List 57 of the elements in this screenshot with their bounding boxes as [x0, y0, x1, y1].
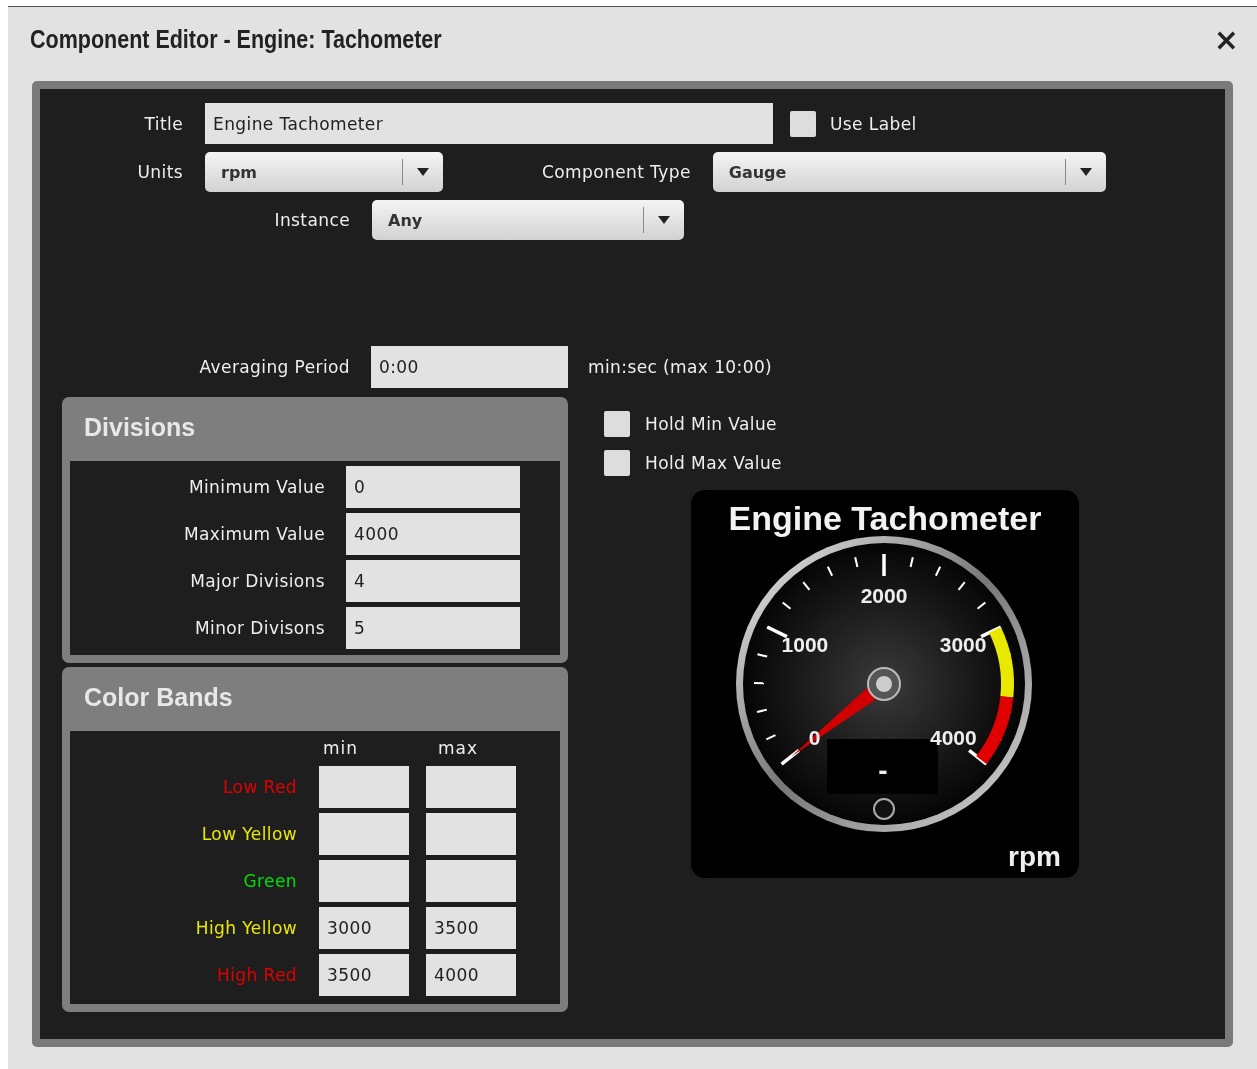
panel-title: Color Bands [83, 682, 234, 713]
gauge-units: rpm [1008, 841, 1061, 872]
field-hint: min:sec (max 10:00) [588, 357, 773, 377]
checkbox-label: Use Label [830, 113, 917, 134]
close-button[interactable]: × [1209, 21, 1243, 57]
field-label: Instance [273, 210, 350, 230]
units-dropdown[interactable]: rpm [205, 152, 443, 192]
caret-icon [417, 168, 429, 176]
scale-label: 2000 [860, 584, 908, 607]
scale-label: 1000 [781, 633, 829, 657]
field-label: Units [136, 162, 183, 182]
band-label: Low Red [222, 777, 297, 797]
checkbox[interactable] [604, 411, 630, 437]
field-label: Major Divisions [189, 571, 325, 591]
band-max-field[interactable] [426, 813, 516, 855]
field-label: Title [143, 113, 183, 134]
band-max-field[interactable] [426, 860, 516, 902]
band-min-field[interactable]: 3000 [319, 907, 409, 949]
number-field[interactable]: 4 [346, 560, 520, 602]
band-label: High Red [216, 965, 297, 985]
number-field[interactable]: 4000 [346, 513, 520, 555]
band-max-field[interactable]: 3500 [426, 907, 516, 949]
checkbox-label: Hold Min Value [645, 414, 777, 434]
field-label: Averaging Period [198, 357, 350, 377]
readout-value: - [878, 755, 888, 786]
band-label: High Yellow [194, 918, 297, 938]
band-max-field[interactable] [426, 766, 516, 808]
component-type-dropdown[interactable]: Gauge [712, 152, 1106, 192]
caret-icon [658, 216, 670, 224]
scale-label: 3000 [939, 633, 987, 657]
field-label: Component Type [542, 162, 691, 182]
number-field[interactable]: 0 [346, 466, 520, 508]
field-label: Maximum Value [182, 524, 325, 544]
averaging-period-field[interactable]: 0:00 [371, 346, 568, 388]
band-label: Low Yellow [200, 824, 297, 844]
band-min-field[interactable] [319, 860, 409, 902]
field-label: Minor Divisons [193, 618, 325, 638]
gauge-title: Engine Tachometer [728, 499, 1042, 537]
window-title: Component Editor - Engine: Tachometer [30, 24, 442, 54]
use-label-checkbox[interactable] [790, 110, 816, 137]
band-max-field[interactable]: 4000 [426, 954, 516, 996]
instance-dropdown[interactable]: Any [372, 200, 684, 240]
number-field[interactable]: 5 [346, 607, 520, 649]
column-header: min [322, 738, 360, 758]
panel-title: Divisions [83, 412, 197, 443]
title-field[interactable]: Engine Tachometer [205, 103, 773, 144]
hub-icon [867, 667, 901, 701]
caret-icon [1079, 168, 1092, 176]
band-min-field[interactable] [319, 766, 409, 808]
band-min-field[interactable]: 3500 [319, 954, 409, 996]
checkbox-label: Hold Max Value [645, 453, 782, 473]
band-label: Green [242, 871, 297, 891]
column-header: max [437, 738, 480, 758]
band-min-field[interactable] [319, 813, 409, 855]
checkbox[interactable] [604, 450, 630, 476]
field-label: Minimum Value [187, 477, 325, 497]
scale-label: 4000 [930, 726, 977, 750]
